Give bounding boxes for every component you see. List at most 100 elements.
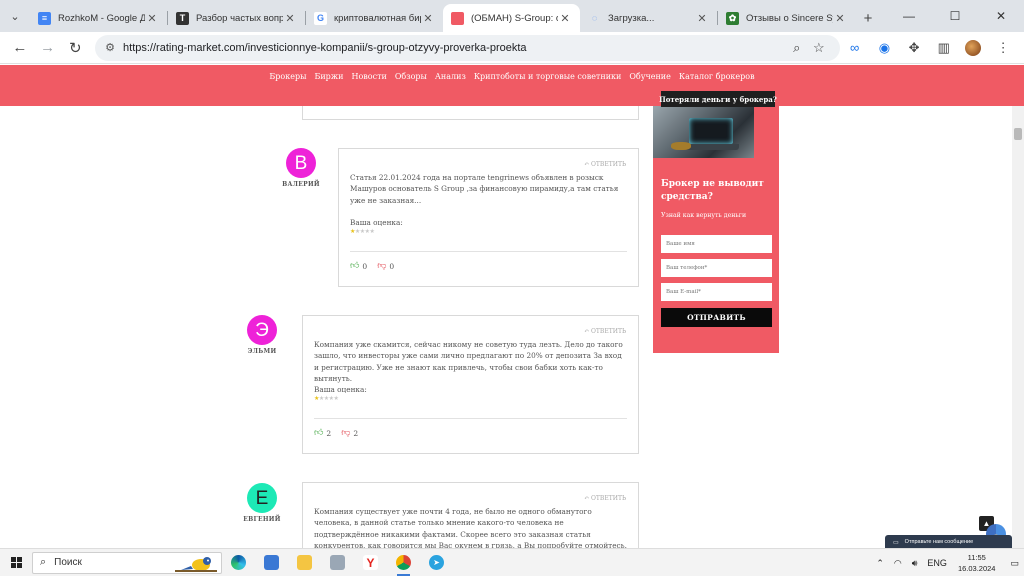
tab-favicon-icon: ✿ (726, 11, 739, 25)
browser-tab[interactable]: (ОБМАН) S-Group: отзы✕ (443, 4, 580, 32)
comment-avatar-col: В ВАЛЕРИЙ (276, 148, 326, 188)
dislike-count: 2 (353, 428, 359, 438)
tab-close-icon[interactable]: ✕ (695, 12, 709, 25)
reply-link[interactable]: ↶ ОТВЕТИТЬ (584, 495, 626, 502)
explorer-taskbar-icon[interactable] (288, 549, 321, 576)
tab-title: Отзывы о Sincere Syst (746, 12, 833, 24)
extension-icon[interactable]: ∞ (840, 34, 870, 62)
site-nav-link[interactable]: Новости (351, 72, 386, 81)
chat-widget[interactable]: ▭ Отправьте нам сообщение (885, 535, 1012, 549)
site-nav-link[interactable]: Обучение (629, 72, 671, 81)
comment-divider (314, 418, 627, 419)
zoom-icon[interactable]: ⌕ (786, 40, 808, 56)
avatar: В (286, 148, 316, 178)
chrome-taskbar-icon[interactable] (387, 549, 420, 576)
site-nav: Брокеры Биржи Новости Обзоры Анализ Криптобот… (0, 65, 1024, 106)
search-icon: ⌕ (40, 556, 47, 568)
thumbs-up-icon[interactable]: 👍︎ (314, 428, 323, 438)
tray-chevron-icon[interactable]: ⌃ (876, 558, 884, 569)
page-scrollbar[interactable] (1012, 106, 1024, 548)
url-text[interactable]: https://rating-market.com/investicionnye… (123, 42, 786, 54)
thumbs-up-icon[interactable]: 👍︎ (350, 261, 359, 271)
browser-tab[interactable]: ✿ Отзывы о Sincere Syst✕ (718, 4, 855, 32)
telegram-taskbar-icon[interactable]: ➤ (420, 549, 453, 576)
widget-subtitle: Узнай как вернуть деньги (661, 212, 747, 219)
extensions-puzzle-icon[interactable]: ✥ (899, 34, 929, 62)
browser-tab[interactable]: ◌ Загрузка... ✕ (580, 4, 717, 32)
omnibox[interactable]: ⚙ https://rating-market.com/investicionn… (95, 34, 840, 61)
tab-search-chevron-icon[interactable]: ⌄ (0, 0, 30, 32)
browser-tab[interactable]: Gкриптовалютная бирж✕ (306, 4, 443, 32)
tab-favicon-icon: ◌ (588, 11, 601, 25)
tab-close-icon[interactable]: ✕ (833, 12, 847, 25)
tab-close-icon[interactable]: ✕ (283, 12, 297, 25)
thumbs-down-icon[interactable]: 👎︎ (377, 261, 386, 271)
maximize-icon[interactable]: ☐ (932, 0, 978, 32)
site-nav-link[interactable]: Каталог брокеров (679, 72, 755, 81)
site-nav-link[interactable]: Биржи (314, 72, 343, 81)
rating-stars[interactable]: ★★★★★ (314, 395, 339, 402)
photos-taskbar-icon[interactable] (321, 549, 354, 576)
edge-taskbar-icon[interactable] (222, 549, 255, 576)
tab-favicon-icon: G (314, 11, 327, 25)
rating-label: Ваша оценка: (350, 218, 403, 227)
comment-avatar-col: Э ЭЛЬМИ (237, 315, 287, 355)
browser-tab[interactable]: T Разбор частых вопрос✕ (168, 4, 305, 32)
previous-comment-box (302, 106, 639, 120)
dislike-count: 0 (389, 261, 395, 271)
tab-favicon-icon: T (176, 11, 189, 25)
clock-date: 16.03.2024 (957, 564, 996, 573)
site-nav-link[interactable]: Криптоботы и торговые советники (474, 72, 622, 81)
reply-link[interactable]: ↶ ОТВЕТИТЬ (584, 161, 626, 168)
comment-author: ВАЛЕРИЙ (282, 181, 320, 188)
language-indicator[interactable]: ENG (927, 558, 947, 568)
audio-extension-icon[interactable]: ◉ (870, 34, 900, 62)
volume-icon[interactable]: 🔊︎ (912, 558, 918, 569)
tab-close-icon[interactable]: ✕ (421, 12, 435, 25)
minimize-icon[interactable]: — (886, 0, 932, 32)
side-panel-icon[interactable]: ▥ (929, 34, 959, 62)
site-nav-link[interactable]: Брокеры (269, 72, 306, 81)
submit-button[interactable]: ОТПРАВИТЬ (661, 308, 772, 327)
site-info-icon[interactable]: ⚙ (105, 41, 115, 54)
profile-avatar[interactable] (959, 34, 989, 62)
comment-votes: 👍︎ 2 👎︎ 2 (314, 428, 358, 438)
comment-box: ↶ ОТВЕТИТЬ Компания существует уже почти… (302, 482, 639, 548)
like-count: 0 (362, 261, 368, 271)
store-taskbar-icon[interactable] (255, 549, 288, 576)
tab-title: Загрузка... (608, 12, 655, 24)
page-content: В ВАЛЕРИЙ ↶ ОТВЕТИТЬ Статья 22.01.2024 г… (0, 106, 1012, 548)
widget-title: Брокер не выводит средства? (661, 179, 764, 202)
taskbar-search[interactable]: ⌕ Поиск (32, 551, 222, 574)
windows-logo-icon (10, 557, 22, 568)
browser-tab[interactable]: ≡ RozhkoM - Google Док✕ (30, 4, 167, 32)
browser-menu-icon[interactable]: ⋮ (988, 34, 1018, 62)
close-window-icon[interactable]: ✕ (978, 0, 1024, 32)
window-controls: — ☐ ✕ (886, 0, 1024, 32)
reply-link[interactable]: ↶ ОТВЕТИТЬ (584, 328, 626, 335)
yandex-taskbar-icon[interactable]: Y (354, 549, 387, 576)
start-button[interactable] (0, 549, 32, 576)
tab-title: RozhkoM - Google Док (58, 12, 145, 24)
notifications-icon[interactable]: ▭ (1010, 558, 1019, 569)
scroll-thumb[interactable] (1014, 128, 1022, 140)
email-input[interactable] (661, 283, 772, 301)
rating-label: Ваша оценка: (314, 385, 367, 394)
bookmark-star-icon[interactable]: ☆ (808, 40, 830, 56)
site-nav-link[interactable]: Анализ (435, 72, 466, 81)
chat-icon: ▭ (893, 539, 899, 546)
tab-close-icon[interactable]: ✕ (558, 12, 572, 25)
clock[interactable]: 11:55 16.03.2024 (958, 552, 996, 574)
reload-icon[interactable]: ↻ (61, 34, 89, 62)
phone-input[interactable] (661, 259, 772, 277)
tab-close-icon[interactable]: ✕ (145, 12, 159, 25)
back-icon[interactable]: ← (6, 34, 34, 62)
thumbs-down-icon[interactable]: 👎︎ (341, 428, 350, 438)
name-input[interactable] (661, 235, 772, 253)
chat-widget-label: Отправьте нам сообщение (904, 539, 974, 545)
site-nav-link[interactable]: Обзоры (395, 72, 427, 81)
forward-icon[interactable]: → (34, 34, 62, 62)
wifi-icon[interactable]: ◠ (894, 558, 902, 569)
new-tab-button[interactable]: + (855, 4, 881, 32)
rating-stars[interactable]: ★★★★★ (350, 228, 375, 235)
